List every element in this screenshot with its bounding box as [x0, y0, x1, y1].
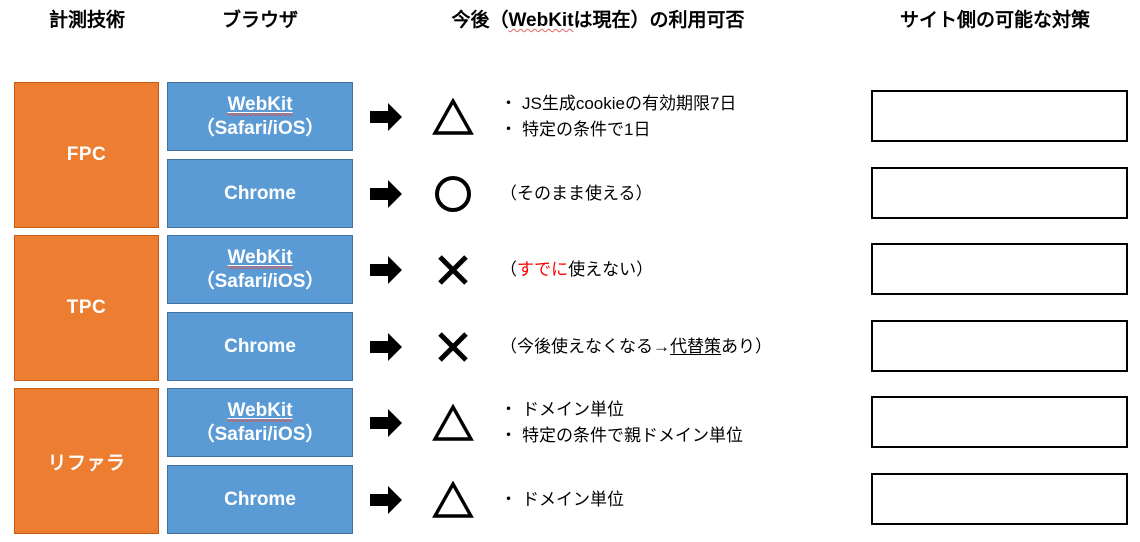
triangle-icon — [432, 97, 474, 135]
bullet-icon: ・ — [500, 489, 517, 509]
row-notes: （すでに使えない） — [500, 235, 855, 304]
note-post: あり） — [721, 336, 772, 356]
note-text: 特定の条件で1日 — [522, 119, 651, 139]
header-browser-label: ブラウザ — [221, 10, 298, 31]
note-pre: （ — [500, 259, 517, 279]
action-box[interactable] — [871, 473, 1128, 525]
technique-cell-fpc: FPC — [14, 82, 159, 228]
browser-name-webkit: WebKit — [227, 246, 293, 269]
row-arrow — [363, 235, 409, 304]
row-arrow — [363, 388, 409, 457]
technique-label: リファラ — [47, 452, 126, 474]
browser-cell-webkit: WebKit （Safari/iOS） — [167, 82, 353, 151]
browser-platform: （Safari/iOS） — [195, 117, 325, 139]
triangle-icon — [432, 480, 474, 518]
note-text: ドメイン単位 — [522, 399, 624, 419]
action-box[interactable] — [871, 320, 1128, 372]
note-post: 使えない） — [568, 259, 654, 279]
circle-icon — [435, 175, 471, 212]
browser-platform: （Safari/iOS） — [195, 270, 325, 292]
cross-icon — [438, 331, 468, 362]
browser-cell-chrome: Chrome — [167, 159, 353, 228]
header-availability-prefix: 今後（ — [451, 10, 509, 31]
header-availability-suffix: は現在）の利用可否 — [573, 10, 745, 31]
header-technique-label: 計測技術 — [48, 10, 125, 31]
right-arrow-icon — [370, 179, 402, 208]
row-verdict-symbol — [420, 388, 486, 457]
row-arrow — [363, 159, 409, 228]
bullet-icon: ・ — [500, 399, 517, 419]
technique-label: FPC — [66, 144, 107, 165]
browser-name-chrome: Chrome — [224, 335, 296, 357]
browser-name-webkit: WebKit — [227, 93, 293, 116]
note-text: （そのまま使える） — [500, 183, 653, 203]
row-verdict-symbol — [420, 235, 486, 304]
right-arrow-icon — [370, 255, 402, 284]
row-arrow — [363, 465, 409, 534]
note-pre: （今後使えなくなる→ — [500, 336, 670, 356]
note-text: ドメイン単位 — [522, 489, 624, 509]
bullet-icon: ・ — [500, 119, 517, 139]
action-box[interactable] — [871, 167, 1128, 219]
cross-icon — [438, 254, 468, 285]
action-box[interactable] — [871, 243, 1128, 295]
browser-cell-chrome: Chrome — [167, 312, 353, 381]
row-notes: ・ ドメイン単位 ・ 特定の条件で親ドメイン単位 — [500, 388, 855, 457]
note-line: ・ JS生成cookieの有効期限7日 — [500, 91, 855, 117]
header-availability: 今後（WebKitは現在）の利用可否 — [346, 8, 850, 34]
action-box[interactable] — [871, 396, 1128, 448]
note-text: （すでに使えない） — [500, 257, 855, 283]
note-line: ・ 特定の条件で1日 — [500, 117, 855, 143]
technique-cell-tpc: TPC — [14, 235, 159, 381]
browser-cell-webkit: WebKit （Safari/iOS） — [167, 388, 353, 457]
row-verdict-symbol — [420, 465, 486, 534]
browser-cell-webkit: WebKit （Safari/iOS） — [167, 235, 353, 304]
note-highlight: すでに — [517, 259, 569, 279]
note-line: ・ ドメイン単位 — [500, 487, 855, 513]
row-arrow — [363, 312, 409, 381]
right-arrow-icon — [370, 485, 402, 514]
row-arrow — [363, 82, 409, 151]
row-verdict-symbol — [420, 159, 486, 228]
note-text: 特定の条件で親ドメイン単位 — [522, 425, 743, 445]
row-notes: ・ ドメイン単位 — [500, 465, 855, 534]
row-verdict-symbol — [420, 82, 486, 151]
right-arrow-icon — [370, 408, 402, 437]
technique-label: TPC — [66, 297, 107, 318]
technique-cell-referrer: リファラ — [14, 388, 159, 534]
note-text: （今後使えなくなる→代替策あり） — [500, 334, 855, 360]
header-action-label: サイト側の可能な対策 — [899, 10, 1090, 31]
browser-platform: （Safari/iOS） — [195, 423, 325, 445]
bullet-icon: ・ — [500, 425, 517, 445]
note-text: JS生成cookieの有効期限7日 — [522, 93, 737, 113]
comparison-grid: FPC TPC リファラ WebKit （Safari/iOS） ・ JS生成c… — [0, 75, 1140, 542]
browser-name-chrome: Chrome — [224, 488, 296, 510]
browser-cell-chrome: Chrome — [167, 465, 353, 534]
header-technique: 計測技術 — [0, 8, 174, 34]
browser-name-chrome: Chrome — [224, 182, 296, 204]
row-notes: （そのまま使える） — [500, 159, 855, 228]
triangle-icon — [432, 403, 474, 441]
header-availability-webkit: WebKit — [508, 10, 574, 31]
note-line: ・ ドメイン単位 — [500, 397, 855, 423]
right-arrow-icon — [370, 102, 402, 131]
row-notes: ・ JS生成cookieの有効期限7日 ・ 特定の条件で1日 — [500, 82, 855, 151]
header-action: サイト側の可能な対策 — [850, 8, 1140, 34]
right-arrow-icon — [370, 332, 402, 361]
header-browser: ブラウザ — [174, 8, 346, 34]
browser-name-webkit: WebKit — [227, 399, 293, 422]
bullet-icon: ・ — [500, 93, 517, 113]
action-box[interactable] — [871, 90, 1128, 142]
note-highlight: 代替策 — [670, 336, 721, 356]
note-line: ・ 特定の条件で親ドメイン単位 — [500, 423, 855, 449]
row-notes: （今後使えなくなる→代替策あり） — [500, 312, 855, 381]
row-verdict-symbol — [420, 312, 486, 381]
